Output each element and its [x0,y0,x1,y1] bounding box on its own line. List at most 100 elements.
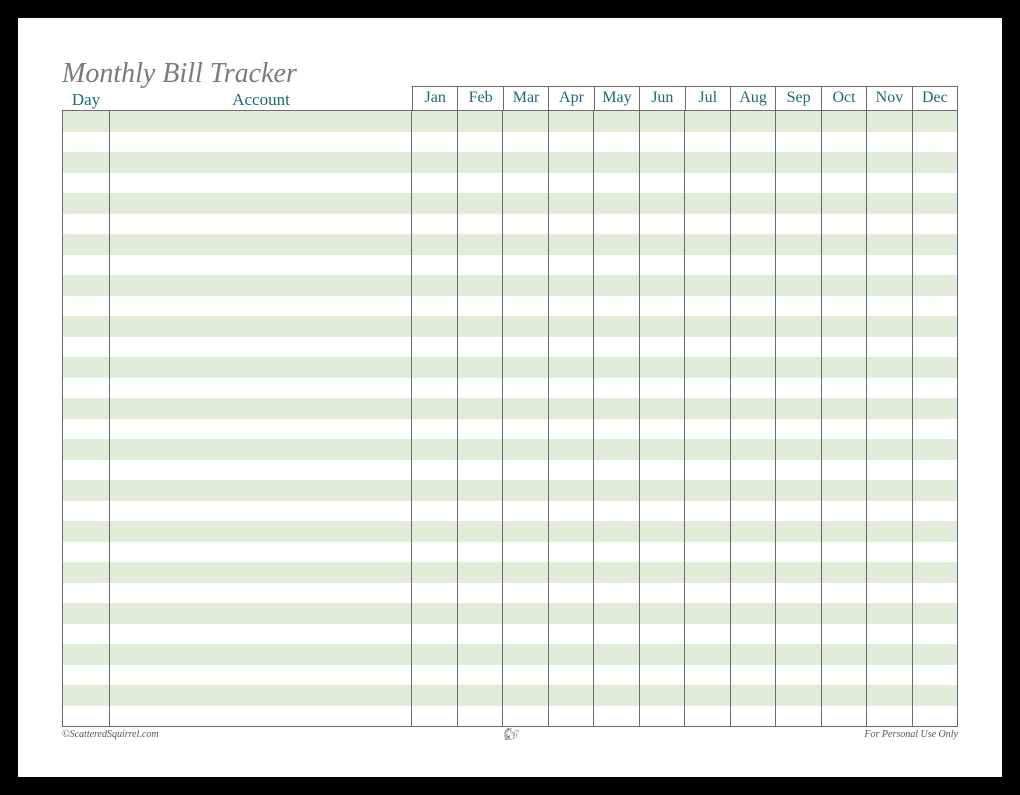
cell-month [731,419,777,440]
cell-account [110,542,412,563]
cell-day [63,398,110,419]
cell-month [685,501,731,522]
cell-month [685,542,731,563]
header-row: Monthly Bill Tracker Day Account JanFebM… [62,56,958,110]
cell-month [640,193,686,214]
cell-month [685,337,731,358]
cell-month [822,706,868,727]
cell-month [549,685,595,706]
cell-month [913,255,958,276]
table-row [63,132,957,153]
cell-day [63,214,110,235]
cell-month [640,398,686,419]
cell-month [867,603,913,624]
column-header-month-jul: Jul [686,87,731,110]
cell-month [412,521,458,542]
table-row [63,316,957,337]
cell-month [776,644,822,665]
cell-month [412,501,458,522]
cell-month [867,542,913,563]
cell-month [458,542,504,563]
cell-day [63,439,110,460]
cell-month [731,603,777,624]
cell-month [503,460,549,481]
cell-day [63,542,110,563]
cell-account [110,521,412,542]
cell-month [640,378,686,399]
tracker-grid [62,110,958,727]
cell-month [731,152,777,173]
cell-month [685,685,731,706]
cell-account [110,173,412,194]
cell-month [685,111,731,132]
cell-month [685,275,731,296]
cell-month [594,603,640,624]
cell-day [63,665,110,686]
cell-day [63,583,110,604]
cell-day [63,562,110,583]
cell-month [549,480,595,501]
cell-month [503,296,549,317]
cell-month [913,398,958,419]
cell-month [776,439,822,460]
cell-month [913,357,958,378]
column-header-month-sep: Sep [776,87,821,110]
cell-month [549,316,595,337]
cell-month [822,562,868,583]
cell-month [776,316,822,337]
cell-month [685,173,731,194]
table-row [63,419,957,440]
cell-month [640,255,686,276]
cell-month [685,296,731,317]
cell-month [685,603,731,624]
cell-month [913,275,958,296]
table-row [63,214,957,235]
cell-account [110,624,412,645]
cell-month [867,357,913,378]
column-header-account: Account [110,90,412,110]
cell-month [913,173,958,194]
cell-month [549,583,595,604]
cell-month [594,255,640,276]
cell-month [549,419,595,440]
cell-month [913,214,958,235]
cell-month [731,296,777,317]
cell-month [640,296,686,317]
cell-account [110,706,412,727]
cell-month [731,665,777,686]
table-row [63,542,957,563]
cell-month [594,419,640,440]
cell-month [594,275,640,296]
cell-month [685,521,731,542]
table-row [63,501,957,522]
cell-month [822,398,868,419]
cell-month [458,603,504,624]
cell-month [731,624,777,645]
cell-month [867,111,913,132]
cell-day [63,706,110,727]
cell-month [731,460,777,481]
cell-month [549,152,595,173]
cell-month [731,398,777,419]
cell-month [594,398,640,419]
cell-month [503,193,549,214]
subheader-row: Day Account [62,90,412,110]
cell-account [110,419,412,440]
cell-month [412,542,458,563]
cell-month [731,706,777,727]
cell-month [594,193,640,214]
table-row [63,378,957,399]
cell-month [412,152,458,173]
cell-month [867,562,913,583]
cell-month [731,337,777,358]
cell-month [913,665,958,686]
cell-account [110,685,412,706]
column-header-month-jun: Jun [640,87,685,110]
cell-month [822,193,868,214]
cell-month [549,337,595,358]
cell-month [776,562,822,583]
cell-month [685,234,731,255]
cell-month [867,644,913,665]
cell-month [549,624,595,645]
squirrel-icon: 🐿 [502,727,517,742]
